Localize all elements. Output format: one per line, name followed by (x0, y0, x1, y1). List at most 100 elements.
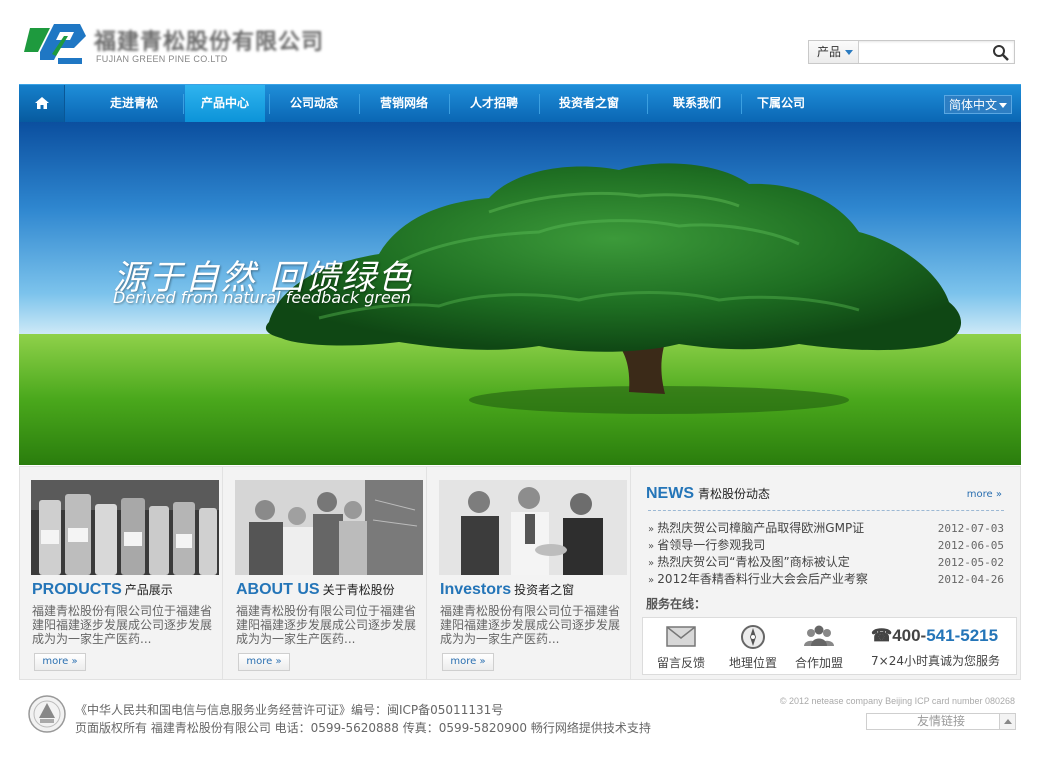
nav-separator (539, 94, 540, 114)
friendly-links-select[interactable]: 友情链接 (866, 713, 1016, 730)
about-description: 福建青松股份有限公司位于福建省建阳福建逐步发展成公司逐步发展成为为一家生产医药.… (236, 604, 417, 646)
search-category-label: 产品 (817, 45, 842, 59)
service-feedback-label: 留言反馈 (656, 656, 705, 670)
service-feedback-button[interactable]: 留言反馈 (651, 624, 711, 671)
news-item: 热烈庆贺公司樟脑产品取得欧洲GMP证 2012-07-03 (648, 520, 1004, 537)
footer: 《中华人民共和国电信与信息服务业务经营许可证》编号：闽ICP备05011131号… (19, 682, 1021, 742)
friendly-links-label: 友情链接 (916, 714, 965, 728)
nav-separator (359, 94, 360, 114)
service-partner-label: 合作加盟 (794, 656, 843, 670)
investors-column: Investors 投资者之窗 福建青松股份有限公司位于福建省建阳福建逐步发展成公… (428, 467, 631, 679)
about-title-en: ABOUT US (236, 581, 320, 598)
news-item-title[interactable]: 2012年香精香料行业大会会后产业考察 (648, 572, 868, 586)
search-category-select[interactable]: 产品 (809, 41, 859, 63)
hotline-prefix: 400- (892, 626, 927, 645)
handshake-photo (439, 480, 627, 575)
people-icon (804, 625, 834, 646)
service-panel: 留言反馈 地理位置 合作加盟 ☎400-541-5215 7×24小时真诚为您服… (642, 617, 1017, 675)
investors-image[interactable] (439, 480, 627, 575)
double-chevron-right-icon: » (71, 656, 78, 667)
footer-copyright-info: 页面版权所有 福建青松股份有限公司 电话：0599-5620888 传真：059… (75, 721, 651, 735)
nav-separator (647, 94, 648, 114)
chevron-down-icon (845, 50, 853, 55)
more-label: more (42, 656, 69, 667)
company-seal-icon (28, 695, 66, 733)
about-column: ABOUT US 关于青松股份 福建青松股份有限公司位于福建省建阳福建逐步发展成公… (224, 467, 427, 679)
more-label: more (246, 656, 273, 667)
double-chevron-right-icon: » (479, 656, 486, 667)
about-more-button[interactable]: more » (238, 653, 290, 671)
news-item-title[interactable]: 热烈庆贺公司“青松及图”商标被认定 (648, 555, 850, 569)
divider (648, 510, 1004, 511)
meeting-photo (235, 480, 423, 575)
investors-description: 福建青松股份有限公司位于福建省建阳福建逐步发展成公司逐步发展成为为一家生产医药.… (440, 604, 621, 646)
main-nav: 走进青松 产品中心 公司动态 营销网络 人才招聘 投资者之窗 联系我们 下属公司… (19, 84, 1021, 122)
double-chevron-right-icon: » (995, 489, 1002, 500)
content-area: PRODUCTS 产品展示 福建青松股份有限公司位于福建省建阳福建逐步发展成公司逐… (19, 466, 1021, 680)
logo-english-name: FUJIAN GREEN PINE CO.LTD (96, 54, 228, 64)
products-more-button[interactable]: more » (34, 653, 86, 671)
search-icon[interactable] (992, 44, 1010, 62)
nav-separator (449, 94, 450, 114)
footer-license: 《中华人民共和国电信与信息服务业务经营许可证》编号：闽ICP备05011131号 (75, 703, 504, 717)
company-logo[interactable]: 福建青松股份有限公司 FUJIAN GREEN PINE CO.LTD (24, 14, 344, 72)
chevron-up-icon (999, 714, 1015, 729)
investors-more-button[interactable]: more » (442, 653, 494, 671)
home-icon (35, 97, 49, 109)
news-panel: NEWS 青松股份动态 more » 热烈庆贺公司樟脑产品取得欧洲GMP证 2012… (636, 467, 1020, 679)
products-column: PRODUCTS 产品展示 福建青松股份有限公司位于福建省建阳福建逐步发展成公司逐… (20, 467, 223, 679)
about-title[interactable]: ABOUT US 关于青松股份 (236, 581, 395, 599)
search-box: 产品 (808, 40, 1015, 64)
hotline-subtitle: 7×24小时真诚为您服务 (871, 654, 1000, 668)
nav-separator (183, 94, 184, 114)
chevron-down-icon (999, 103, 1007, 108)
more-label: more (450, 656, 477, 667)
more-label: more (966, 489, 993, 500)
news-item-date: 2012-04-26 (937, 573, 1004, 586)
nav-separator (269, 94, 270, 114)
nav-item-marketing[interactable]: 营销网络 (361, 85, 447, 122)
news-item: 2012年香精香料行业大会会后产业考察 2012-04-26 (648, 571, 1004, 588)
about-image[interactable] (235, 480, 423, 575)
logo-mark-icon (24, 24, 86, 64)
nav-item-subsidiaries[interactable]: 下属公司 (741, 85, 821, 122)
news-item-date: 2012-05-02 (937, 556, 1004, 569)
hotline: ☎400-541-5215 7×24小时真诚为您服务 (871, 626, 1011, 669)
products-image[interactable] (31, 480, 219, 575)
about-title-cn: 关于青松股份 (322, 583, 395, 597)
logo-chinese-name: 福建青松股份有限公司 (94, 29, 325, 55)
news-item: 省领导一行参观我司 2012-06-05 (648, 537, 1004, 554)
news-title: NEWS 青松股份动态 (646, 485, 770, 503)
hotline-number: 541-5215 (926, 626, 999, 645)
nav-item-news[interactable]: 公司动态 (271, 85, 357, 122)
news-item: 热烈庆贺公司“青松及图”商标被认定 2012-05-02 (648, 554, 1004, 571)
nav-item-investors[interactable]: 投资者之窗 (541, 85, 637, 122)
nav-home-button[interactable] (19, 85, 65, 122)
header: 福建青松股份有限公司 FUJIAN GREEN PINE CO.LTD 产品 (0, 0, 1041, 84)
language-select[interactable]: 简体中文 (944, 95, 1012, 114)
service-location-label: 地理位置 (728, 656, 777, 670)
nav-item-about[interactable]: 走进青松 (89, 85, 179, 122)
news-item-title[interactable]: 省领导一行参观我司 (648, 538, 765, 552)
nav-item-contact[interactable]: 联系我们 (649, 85, 745, 122)
nav-item-products[interactable]: 产品中心 (185, 85, 265, 122)
compass-icon (741, 625, 765, 649)
nav-item-careers[interactable]: 人才招聘 (451, 85, 537, 122)
products-title-en: PRODUCTS (32, 581, 122, 598)
news-title-cn: 青松股份动态 (698, 487, 771, 501)
double-chevron-right-icon: » (275, 656, 282, 667)
news-item-title[interactable]: 热烈庆贺公司樟脑产品取得欧洲GMP证 (648, 521, 864, 535)
service-location-button[interactable]: 地理位置 (723, 624, 783, 671)
investors-title[interactable]: Investors 投资者之窗 (440, 581, 574, 599)
search-input[interactable] (861, 43, 986, 61)
service-partner-button[interactable]: 合作加盟 (789, 624, 849, 671)
investors-title-cn: 投资者之窗 (514, 583, 575, 597)
news-list: 热烈庆贺公司樟脑产品取得欧洲GMP证 2012-07-03 省领导一行参观我司 20… (648, 520, 1004, 588)
products-title[interactable]: PRODUCTS 产品展示 (32, 581, 173, 599)
envelope-icon (666, 626, 696, 647)
banner-slogan-english: Derived from natural feedback green (113, 288, 411, 307)
news-more-link[interactable]: more » (967, 489, 1002, 500)
news-title-en: NEWS (646, 485, 694, 502)
phone-icon: ☎ (871, 626, 893, 645)
bottles-photo (31, 480, 219, 575)
